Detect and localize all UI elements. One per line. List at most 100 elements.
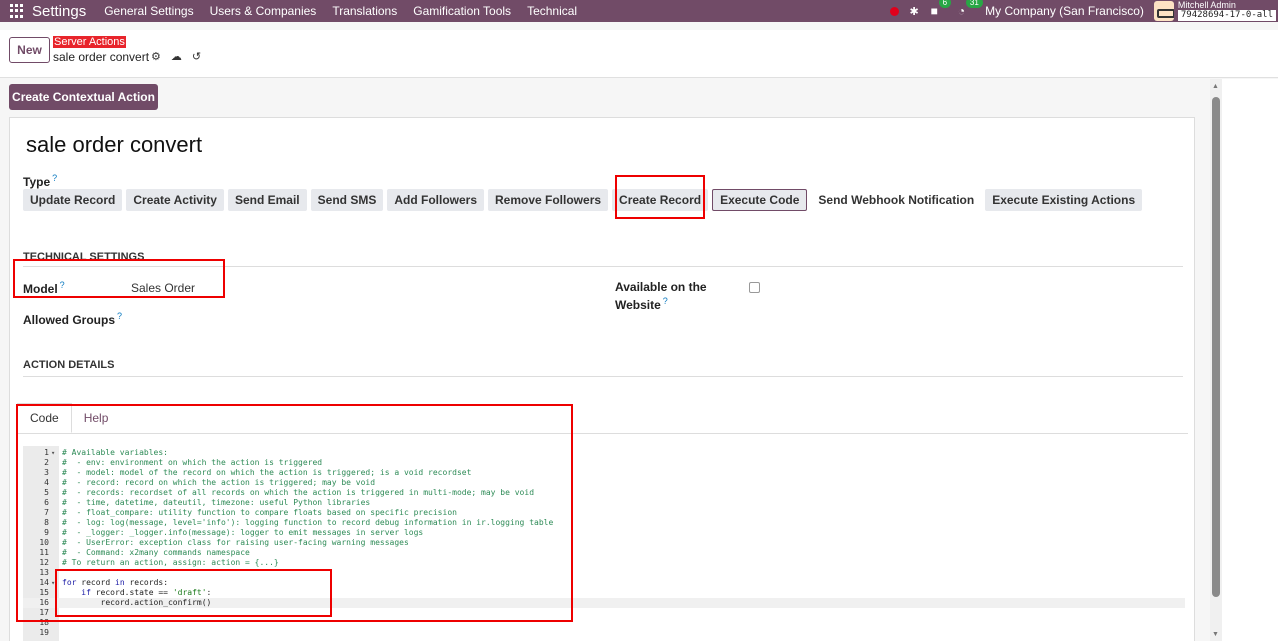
help-tooltip-icon[interactable]: ? <box>663 296 668 306</box>
code-line: 17 <box>23 608 1185 618</box>
line-number: 1 <box>44 448 49 457</box>
line-number: 15 <box>39 588 49 597</box>
code-line: 6 # - time, datetime, dateutil, timezone:… <box>23 498 1185 508</box>
type-execute-code[interactable]: Execute Code <box>712 189 808 211</box>
activity-clock-icon[interactable]: ◔ 31 <box>958 0 983 18</box>
right-margin <box>1222 79 1278 641</box>
action-details-heading: ACTION DETAILS <box>23 359 115 371</box>
type-add-followers[interactable]: Add Followers <box>387 189 484 211</box>
website-label-line1: Available on the <box>615 280 707 294</box>
line-number: 18 <box>39 618 49 627</box>
code-line: 1 ▾ # Available variables: <box>23 448 1185 458</box>
code-line: 14 ▾ for record in records: <box>23 578 1185 588</box>
code-text: if record.state == 'draft': <box>81 588 212 597</box>
help-tooltip-icon[interactable]: ? <box>117 311 122 321</box>
code-line: 19 <box>23 628 1185 638</box>
form-content: Create Contextual Action sale order conv… <box>0 79 1210 641</box>
scroll-up-arrow-icon[interactable]: ▲ <box>1212 83 1219 90</box>
website-label-line2: Website? <box>615 296 668 312</box>
code-line: 18 <box>23 618 1185 628</box>
technical-settings-heading: TECHNICAL SETTINGS <box>23 251 145 263</box>
code-editor[interactable]: 1 ▾ # Available variables: 2 # - env: enviro… <box>23 446 1185 641</box>
menu-translations[interactable]: Translations <box>332 4 397 18</box>
discard-undo-icon[interactable]: ↺ <box>192 50 201 63</box>
code-line: 13 <box>23 568 1185 578</box>
type-create-activity[interactable]: Create Activity <box>126 189 224 211</box>
new-button[interactable]: New <box>9 37 50 63</box>
code-text: # - _logger: _logger.info(message): logg… <box>62 528 424 537</box>
line-number: 6 <box>44 498 49 507</box>
user-menu[interactable]: Mitchell Admin 79428694-17-0-all <box>1177 0 1276 21</box>
code-line: 16 record.action_confirm() <box>23 598 1185 608</box>
menu-gamification-tools[interactable]: Gamification Tools <box>413 4 511 18</box>
user-name: Mitchell Admin <box>1177 0 1236 10</box>
gear-icon[interactable]: ⚙ <box>151 50 161 63</box>
type-label-text: Type <box>23 175 51 189</box>
code-text: # - model: model of the record on which … <box>62 468 472 477</box>
scroll-thumb[interactable] <box>1212 97 1220 597</box>
breadcrumb-current-record: sale order convert <box>53 50 150 64</box>
line-number: 9 <box>44 528 49 537</box>
available-on-website-checkbox[interactable] <box>749 282 760 293</box>
code-text: # - records: recordset of all records on… <box>62 488 535 497</box>
code-line: 15 if record.state == 'draft': <box>23 588 1185 598</box>
scroll-down-arrow-icon[interactable]: ▼ <box>1212 631 1219 638</box>
line-number: 2 <box>44 458 49 467</box>
fold-toggle-icon[interactable]: ▾ <box>51 578 55 588</box>
recording-dot-icon[interactable] <box>890 6 900 16</box>
fold-toggle-icon[interactable]: ▾ <box>51 448 55 458</box>
help-tooltip-icon[interactable]: ? <box>52 173 57 183</box>
type-remove-followers[interactable]: Remove Followers <box>488 189 609 211</box>
menu-general-settings[interactable]: General Settings <box>104 4 193 18</box>
app-brand[interactable]: Settings <box>32 3 86 20</box>
line-number: 19 <box>39 628 49 637</box>
divider <box>23 376 1183 377</box>
type-create-record[interactable]: Create Record <box>612 189 709 211</box>
code-line: 7 # - float_compare: utility function to … <box>23 508 1185 518</box>
menu-technical[interactable]: Technical <box>527 4 577 18</box>
page-scrollbar[interactable]: ▲ ▼ <box>1210 79 1222 641</box>
breadcrumb-server-actions[interactable]: Server Actions <box>53 36 126 48</box>
apps-menu-icon[interactable] <box>10 4 24 18</box>
user-avatar[interactable] <box>1153 1 1174 21</box>
line-number: 16 <box>39 598 49 607</box>
help-tooltip-icon[interactable]: ? <box>60 280 65 290</box>
model-field[interactable]: Sales Order <box>131 281 195 295</box>
cloud-save-icon[interactable]: ☁ <box>171 50 182 63</box>
company-switcher[interactable]: My Company (San Francisco) <box>985 4 1144 18</box>
debug-bug-icon[interactable]: ✱ <box>909 5 918 18</box>
line-number: 11 <box>39 548 49 557</box>
control-panel: New Server Actions sale order convert ⚙ … <box>0 30 1278 78</box>
code-text: record.action_confirm() <box>100 598 212 607</box>
code-text: # To return an action, assign: action = … <box>62 558 279 567</box>
model-label: Model? <box>23 280 65 296</box>
action-name-field[interactable]: sale order convert <box>26 132 202 158</box>
code-text: for record in records: <box>62 578 169 587</box>
chat-icon[interactable]: ■ 6 <box>931 0 952 18</box>
line-number: 3 <box>44 468 49 477</box>
code-line: 3 # - model: model of the record on which… <box>23 468 1185 478</box>
type-selector: Update Record Create Activity Send Email… <box>23 189 1146 211</box>
type-send-sms[interactable]: Send SMS <box>310 189 384 211</box>
code-text: # - Command: x2many commands namespace <box>62 548 250 557</box>
tab-code[interactable]: Code <box>17 403 72 433</box>
type-label: Type? <box>23 173 57 189</box>
line-number: 17 <box>39 608 49 617</box>
chat-count-badge: 6 <box>938 0 952 8</box>
type-update-record[interactable]: Update Record <box>23 189 123 211</box>
code-text: # - env: environment on which the action… <box>62 458 323 467</box>
line-number: 13 <box>39 568 49 577</box>
menu-users-companies[interactable]: Users & Companies <box>210 4 317 18</box>
create-contextual-action-button[interactable]: Create Contextual Action <box>9 84 158 110</box>
top-navbar: Settings General Settings Users & Compan… <box>0 0 1278 22</box>
navbar-systray: ✱ ■ 6 ◔ 31 My Company (San Francisco) Mitc… <box>890 0 1278 22</box>
code-text: # - record: record on which the action i… <box>62 478 376 487</box>
type-send-webhook-notification[interactable]: Send Webhook Notification <box>811 189 982 211</box>
type-execute-existing-actions[interactable]: Execute Existing Actions <box>985 189 1143 211</box>
tab-help[interactable]: Help <box>72 403 121 433</box>
database-name: 79428694-17-0-all <box>1177 10 1276 21</box>
type-send-email[interactable]: Send Email <box>227 189 307 211</box>
line-number: 7 <box>44 508 49 517</box>
line-number: 8 <box>44 518 49 527</box>
code-text: # Available variables: <box>62 448 168 457</box>
